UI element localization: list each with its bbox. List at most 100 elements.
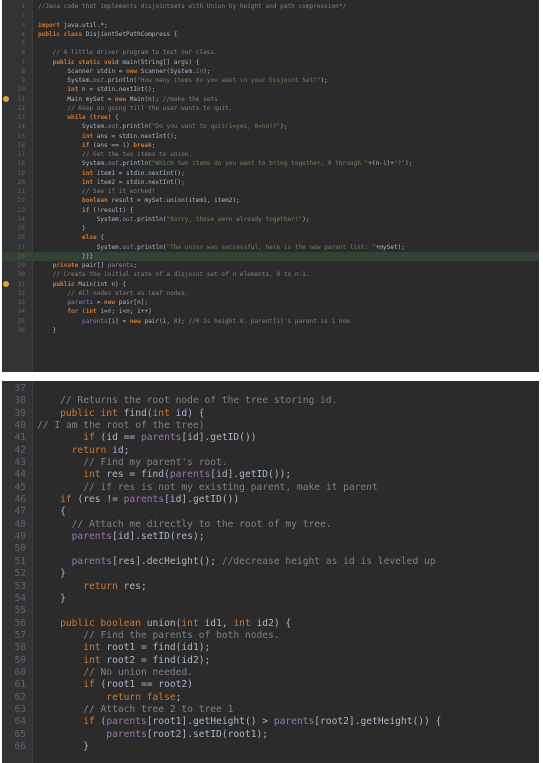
code-line[interactable]: 52 } (2, 568, 539, 580)
code-token: ans = stdin.nextInt(); (96, 132, 178, 140)
line-number: 65 (14, 728, 26, 740)
code-line[interactable]: 28 }}} (2, 251, 539, 261)
code-line[interactable]: 51 parents[res].decHeight(); //decrease … (2, 556, 539, 568)
code-line[interactable]: 60 // No union needed. (2, 667, 539, 679)
code-line[interactable]: 23 if (!result) { (2, 206, 539, 215)
code-line[interactable]: 13 while (true) { (2, 113, 539, 122)
code-line[interactable]: 43 // Find my parent's root. (2, 457, 539, 469)
line-number: 60 (14, 666, 26, 678)
code-token: { (37, 506, 66, 518)
code-token: int (233, 617, 257, 629)
code-line[interactable]: 38 // Returns the root node of the tree … (2, 395, 539, 407)
code-line[interactable]: 26 else { (2, 233, 539, 242)
code-line[interactable]: 54 } (2, 593, 539, 605)
code-token: while (38, 114, 90, 121)
code-line[interactable]: 63 // Attach tree 2 to tree 1 (2, 704, 539, 716)
code-line[interactable]: 6 // A little driver program to test our… (2, 48, 539, 57)
code-line[interactable]: 9 System.out.println("How many items do … (2, 76, 539, 85)
code-token: (ans == (93, 141, 123, 149)
code-line[interactable]: 57 // Find the parents of both nodes. (2, 630, 539, 642)
code-line[interactable]: 18 System.out.println("Which two items d… (2, 159, 539, 168)
code-line[interactable]: 7 public static void main(String[] args)… (2, 58, 539, 67)
code-line[interactable]: 14 System.out.println("Do you want to qu… (2, 122, 539, 131)
code-line[interactable]: 20 int item2 = stdin.nextInt(); (2, 178, 539, 187)
code-line[interactable]: 8 Scanner stdin = new Scanner(System.in)… (2, 67, 539, 76)
line-number: 46 (14, 494, 26, 506)
code-line[interactable]: 21 // See if it worked! (2, 187, 539, 196)
warning-marker-icon[interactable] (3, 280, 9, 287)
code-line[interactable]: 66 } (2, 741, 539, 753)
code-line[interactable]: 16 if (ans == 1) break; (2, 141, 539, 150)
code-line[interactable]: 44 int res = find(parents[id].getID()); (2, 469, 539, 481)
code-token: // I am the root of the tree) (37, 420, 205, 432)
line-number: 30 (17, 271, 25, 279)
code-editor-panel-top[interactable]: 1 //Java code that implements disjointset… (2, 0, 539, 372)
code-text: int item1 = stdin.nextInt(); (38, 169, 185, 178)
code-line[interactable]: 32 // All nodes start as leaf nodes. (2, 289, 539, 298)
code-text: private pair[] parents; (38, 261, 137, 270)
code-token: = (96, 299, 105, 306)
code-token: if (38, 206, 94, 214)
code-line[interactable]: 55 (2, 605, 539, 617)
code-token: "How many items do you want in your Disj… (137, 77, 321, 84)
code-line[interactable]: 39 public int find(int id) { (2, 408, 539, 420)
code-line[interactable]: 41 if (id == parents[id].getID()) (2, 432, 539, 444)
code-line[interactable]: 59 int root2 = find(id2); (2, 655, 539, 667)
code-line[interactable]: 5 (2, 39, 539, 48)
code-token: } (37, 592, 66, 604)
code-line[interactable]: 3 import java.util.*; (2, 21, 539, 30)
code-line[interactable]: 1 //Java code that implements disjointset… (2, 2, 539, 11)
line-number: 52 (14, 568, 26, 580)
code-token: ; (151, 141, 156, 149)
warning-marker-icon[interactable] (3, 95, 9, 102)
code-line[interactable]: 12 // Keep on going till the user wants … (2, 104, 539, 113)
code-line[interactable]: 65 parents[root2].setID(root1); (2, 729, 539, 741)
code-line[interactable]: 42 return id; (2, 445, 539, 457)
line-number: 47 (14, 506, 26, 518)
line-number: 22 (17, 197, 25, 205)
code-token: [id].getID()) (181, 432, 257, 444)
code-line[interactable]: 24 System.out.println("Sorry, those were… (2, 215, 539, 224)
code-line[interactable]: 46 if (res != parents[id].getID()) (2, 494, 539, 506)
code-line[interactable]: 47 { (2, 506, 539, 518)
code-line[interactable]: 45 // if res is not my existing parent, … (2, 482, 539, 494)
code-line[interactable]: 40 // I am the root of the tree) (2, 420, 539, 432)
code-editor-panel-bottom[interactable]: 37 38 // Returns the root node of the tre… (2, 381, 539, 763)
code-line[interactable]: 64 if (parents[root1].getHeight() > pare… (2, 716, 539, 728)
code-line[interactable]: 4 public class DisjiontSetPathCompress { (2, 30, 539, 39)
code-line[interactable]: 58 int root1 = find(id1); (2, 642, 539, 654)
code-line[interactable]: 56 public boolean union(int id1, int id2… (2, 618, 539, 630)
code-line[interactable]: 27 System.out.println("The union was suc… (2, 243, 539, 252)
code-line[interactable]: 30 // Create the initial state of a disj… (2, 270, 539, 279)
code-token: +mySet); (375, 243, 405, 251)
code-line[interactable]: 10 int n = stdin.nextInt(); (2, 85, 539, 94)
code-token: if (37, 494, 78, 506)
line-number: 7 (21, 58, 25, 66)
code-line[interactable]: 25 } (2, 224, 539, 233)
code-line[interactable]: 37 (2, 383, 539, 395)
code-token: out (93, 77, 105, 84)
code-line[interactable]: 62 return false; (2, 692, 539, 704)
code-token: return (37, 444, 113, 456)
code-line[interactable]: 2 (2, 11, 539, 20)
code-line[interactable]: 29 private pair[] parents; (2, 261, 539, 270)
code-line[interactable]: 22 boolean result = mySet.union(item1, i… (2, 196, 539, 205)
code-line[interactable]: 35 parents[i] = new pair(i, 0); //0 is h… (2, 317, 539, 326)
code-line[interactable]: 33 parents = new pair[n]; (2, 298, 539, 307)
code-line[interactable]: 31 public Main(int n) { (2, 280, 539, 289)
code-line[interactable]: 15 int ans = stdin.nextInt(); (2, 132, 539, 141)
code-line[interactable]: 49 parents[id].setID(res); (2, 531, 539, 543)
code-line[interactable]: 36 } (2, 326, 539, 335)
code-line[interactable]: 48 // Attach me directly to the root of … (2, 519, 539, 531)
code-token: // All nodes start as leaf nodes. (38, 289, 189, 297)
line-number: 61 (14, 679, 26, 691)
code-line[interactable]: 17 // Get the two items to union. (2, 150, 539, 159)
code-line[interactable]: 19 int item1 = stdin.nextInt(); (2, 169, 539, 178)
code-line[interactable]: 53 return res; (2, 581, 539, 593)
code-text: int item2 = stdin.nextInt(); (38, 178, 185, 187)
code-line[interactable]: 11 Main mySet = new Main(n); //make the … (2, 95, 539, 104)
code-line[interactable]: 61 if (root1 == root2) (2, 679, 539, 691)
code-token: parents (107, 262, 134, 269)
code-line[interactable]: 50 (2, 543, 539, 555)
code-line[interactable]: 34 for (int i=0; i<n; i++) (2, 307, 539, 316)
